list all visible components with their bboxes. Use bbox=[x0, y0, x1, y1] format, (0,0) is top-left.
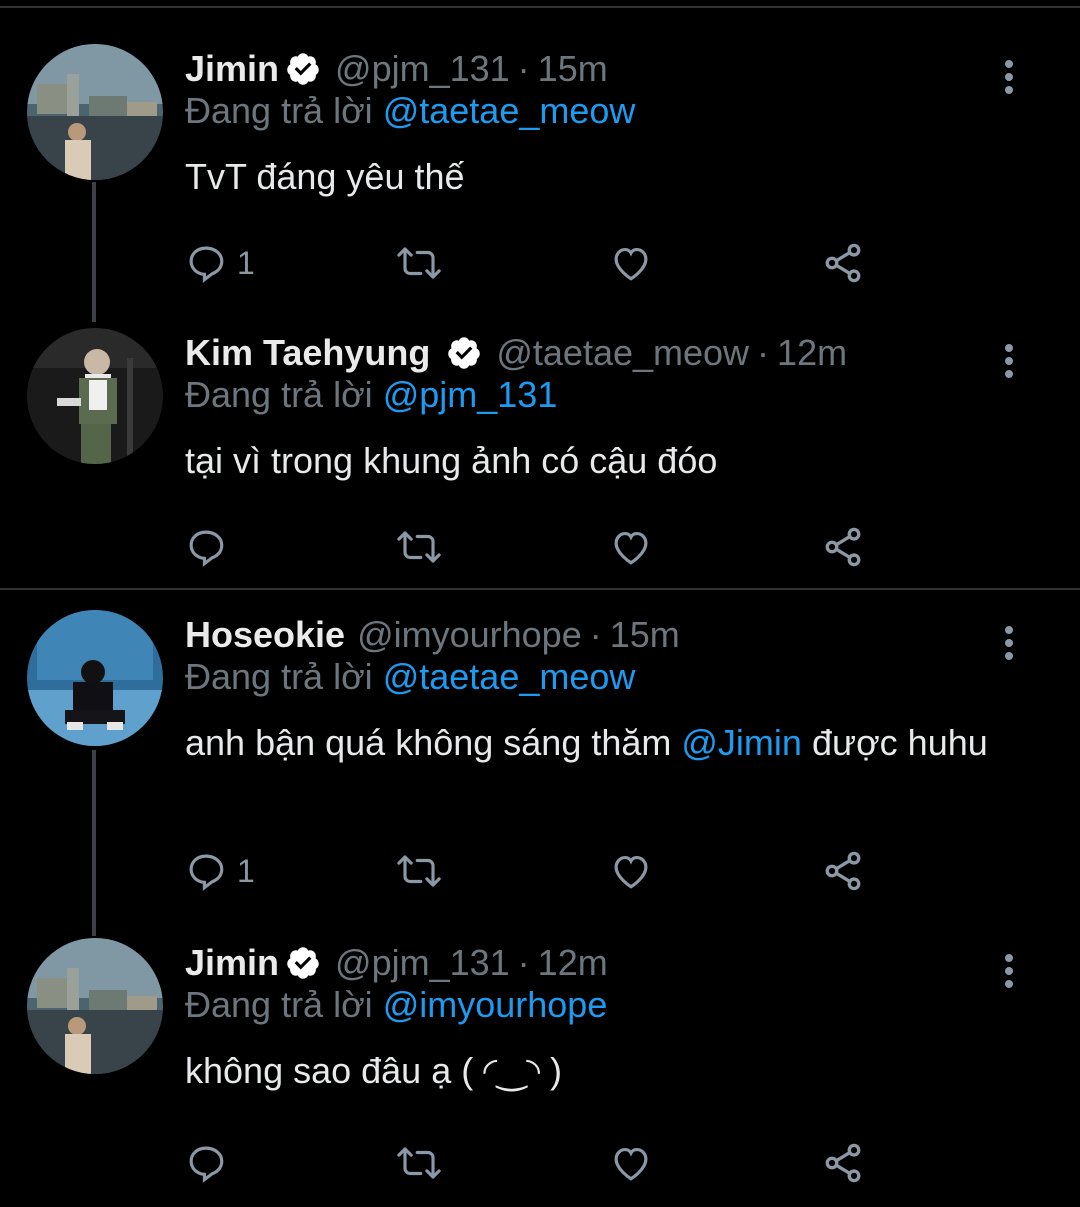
user-handle[interactable]: @pjm_131 bbox=[335, 48, 510, 90]
verified-icon bbox=[448, 337, 481, 369]
more-icon[interactable] bbox=[994, 626, 1024, 666]
like-button[interactable] bbox=[609, 1138, 653, 1188]
retweet-button[interactable] bbox=[395, 1138, 443, 1188]
separator: · bbox=[517, 942, 530, 983]
reply-icon bbox=[189, 854, 224, 891]
user-handle[interactable]: @imyourhope bbox=[357, 614, 582, 656]
retweet-button[interactable] bbox=[395, 846, 443, 896]
reply-mention[interactable]: @taetae_meow bbox=[383, 90, 636, 131]
tweet[interactable]: Jimin @pjm_131 · 12m Đang trả lời @imyou… bbox=[0, 938, 1080, 1198]
share-button[interactable] bbox=[821, 522, 865, 572]
more-icon[interactable] bbox=[994, 954, 1024, 994]
retweet-icon bbox=[397, 1147, 441, 1179]
reply-mention[interactable]: @imyourhope bbox=[383, 984, 608, 1025]
like-button[interactable] bbox=[609, 238, 653, 288]
reply-button[interactable]: 1 bbox=[185, 238, 255, 288]
reply-button[interactable] bbox=[185, 1138, 237, 1188]
like-button[interactable] bbox=[609, 522, 653, 572]
reply-prefix: Đang trả lời bbox=[185, 90, 373, 131]
more-icon[interactable] bbox=[994, 344, 1024, 384]
tweet-text: không sao đâu ạ ( ◜‿◝ ) bbox=[185, 1050, 563, 1091]
share-icon bbox=[825, 527, 861, 567]
action-bar: 1 bbox=[185, 846, 885, 896]
reply-icon bbox=[189, 246, 224, 283]
timestamp[interactable]: 12m bbox=[538, 942, 608, 984]
retweet-icon bbox=[397, 531, 441, 563]
tweet-header: Jimin @pjm_131 · 15m bbox=[185, 44, 608, 94]
tweet[interactable]: Kim Taehyung @taetae_meow · 12m Đang trả… bbox=[0, 328, 1080, 588]
share-icon bbox=[825, 1143, 861, 1183]
share-button[interactable] bbox=[821, 846, 865, 896]
separator: · bbox=[589, 614, 602, 655]
avatar[interactable] bbox=[27, 938, 163, 1074]
share-icon bbox=[825, 851, 861, 891]
top-divider bbox=[0, 6, 1080, 8]
like-button[interactable] bbox=[609, 846, 653, 896]
reply-button[interactable] bbox=[185, 522, 237, 572]
display-name[interactable]: Kim Taehyung bbox=[185, 332, 430, 374]
retweet-icon bbox=[397, 247, 441, 279]
tweet-text: tại vì trong khung ảnh có cậu đóo bbox=[185, 440, 718, 481]
tweet-text-part: anh bận quá không sáng thăm bbox=[185, 722, 682, 763]
action-bar bbox=[185, 1138, 885, 1188]
user-handle[interactable]: @pjm_131 bbox=[335, 942, 510, 984]
tweet-header: Hoseokie @imyourhope · 15m bbox=[185, 610, 680, 660]
reply-prefix: Đang trả lời bbox=[185, 374, 373, 415]
more-icon[interactable] bbox=[994, 60, 1024, 100]
action-bar bbox=[185, 522, 885, 572]
reply-count: 1 bbox=[237, 852, 255, 889]
reply-context: Đang trả lời @taetae_meow bbox=[185, 656, 635, 698]
tweet-text: anh bận quá không sáng thăm @Jimin được … bbox=[185, 720, 1045, 766]
reply-prefix: Đang trả lời bbox=[185, 656, 373, 697]
share-icon bbox=[825, 243, 861, 283]
share-button[interactable] bbox=[821, 1138, 865, 1188]
separator: · bbox=[757, 332, 770, 373]
separator: · bbox=[517, 48, 530, 89]
reply-prefix: Đang trả lời bbox=[185, 984, 373, 1025]
timestamp[interactable]: 15m bbox=[610, 614, 680, 656]
timestamp[interactable]: 15m bbox=[538, 48, 608, 90]
retweet-icon bbox=[397, 855, 441, 887]
like-icon bbox=[614, 855, 648, 889]
verified-icon bbox=[287, 947, 319, 979]
tweet-header: Kim Taehyung @taetae_meow · 12m bbox=[185, 328, 847, 378]
action-bar: 1 bbox=[185, 238, 885, 288]
tweet[interactable]: Jimin @pjm_131 · 15m Đang trả lời @taeta… bbox=[0, 44, 1080, 304]
verified-icon bbox=[287, 53, 319, 85]
reply-mention[interactable]: @pjm_131 bbox=[383, 374, 558, 415]
share-button[interactable] bbox=[821, 238, 865, 288]
tweet-text-part: được huhu bbox=[801, 722, 988, 763]
like-icon bbox=[614, 1147, 648, 1181]
reply-context: Đang trả lời @pjm_131 bbox=[185, 374, 557, 416]
tweet-header: Jimin @pjm_131 · 12m bbox=[185, 938, 608, 988]
reply-count: 1 bbox=[237, 244, 255, 281]
retweet-button[interactable] bbox=[395, 238, 443, 288]
user-handle[interactable]: @taetae_meow bbox=[496, 332, 749, 374]
avatar[interactable] bbox=[27, 328, 163, 464]
display-name[interactable]: Jimin bbox=[185, 48, 279, 90]
tweet[interactable]: Hoseokie @imyourhope · 15m Đang trả lời … bbox=[0, 610, 1080, 930]
body-mention[interactable]: @Jimin bbox=[681, 722, 802, 763]
reply-context: Đang trả lời @imyourhope bbox=[185, 984, 607, 1026]
tweet-text: TvT đáng yêu thế bbox=[185, 156, 465, 197]
display-name[interactable]: Jimin bbox=[185, 942, 279, 984]
display-name[interactable]: Hoseokie bbox=[185, 614, 345, 656]
timestamp[interactable]: 12m bbox=[777, 332, 847, 374]
avatar[interactable] bbox=[27, 44, 163, 180]
reply-mention[interactable]: @taetae_meow bbox=[383, 656, 636, 697]
section-divider bbox=[0, 588, 1080, 590]
reply-context: Đang trả lời @taetae_meow bbox=[185, 90, 635, 132]
retweet-button[interactable] bbox=[395, 522, 443, 572]
like-icon bbox=[614, 531, 648, 565]
reply-icon bbox=[189, 530, 224, 567]
avatar[interactable] bbox=[27, 610, 163, 746]
reply-icon bbox=[189, 1146, 224, 1183]
reply-button[interactable]: 1 bbox=[185, 846, 255, 896]
like-icon bbox=[614, 247, 648, 281]
